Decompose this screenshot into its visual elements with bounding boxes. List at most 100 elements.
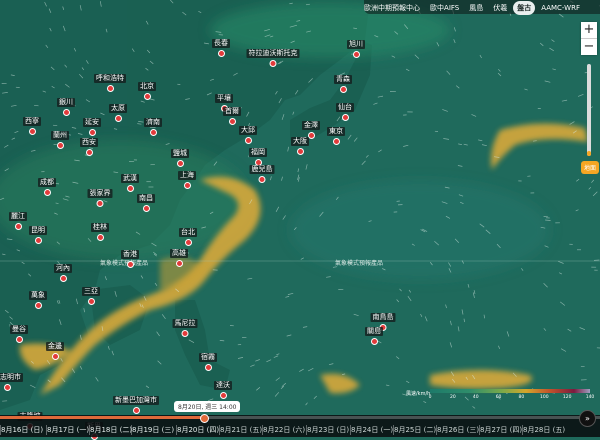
city-marker[interactable]: 北京	[138, 73, 156, 100]
zoom-out-button[interactable]: −	[581, 39, 597, 55]
city-marker[interactable]: 麗江	[9, 203, 27, 230]
city-label: 麗江	[9, 212, 27, 221]
city-marker[interactable]: 蘭州	[51, 122, 69, 149]
city-dot-icon	[150, 129, 157, 136]
city-dot-icon	[184, 182, 191, 189]
city-marker[interactable]: 三亞	[82, 278, 100, 305]
timeline-day[interactable]: 8月25日 (二)	[393, 425, 436, 435]
timeline-progress[interactable]	[0, 416, 600, 419]
city-dot-icon	[371, 338, 378, 345]
city-dot-icon	[127, 185, 134, 192]
model-tab-4[interactable]: 盤古	[513, 1, 535, 15]
city-label: 蘭州	[51, 131, 69, 140]
city-label: 武漢	[121, 174, 139, 183]
city-dot-icon	[57, 142, 64, 149]
city-marker[interactable]: 南昌	[137, 185, 155, 212]
city-dot-icon	[333, 138, 340, 145]
city-marker[interactable]: 鹿兒島	[250, 156, 275, 183]
model-tab-2[interactable]: 風島	[465, 1, 487, 15]
city-dot-icon	[44, 189, 51, 196]
timeline-day[interactable]: 8月16日 (日)	[0, 425, 43, 435]
city-marker[interactable]: 成都	[38, 169, 56, 196]
timeline-day[interactable]: 8月21日 (五)	[219, 425, 262, 435]
timeline-progress-fill	[0, 416, 201, 419]
city-marker[interactable]: 呼和浩特	[94, 65, 126, 92]
city-marker[interactable]: 馬尼拉	[173, 310, 198, 337]
timeline-day[interactable]: 8月27日 (四)	[479, 425, 522, 435]
city-label: 濟南	[144, 118, 162, 127]
city-dot-icon	[97, 234, 104, 241]
city-marker[interactable]: 桂林	[91, 214, 109, 241]
city-dot-icon	[259, 176, 266, 183]
model-toolbar: 歐洲中期預報中心歐中AIFS風島伏羲盤古AAMC-WRF	[360, 1, 584, 15]
city-marker[interactable]: 金邊	[46, 333, 64, 360]
city-label: 河內	[54, 264, 72, 273]
city-marker[interactable]: 符拉迪沃斯托克	[247, 40, 300, 67]
timeline-day[interactable]: 8月20日 (四)	[176, 425, 219, 435]
city-dot-icon	[97, 200, 104, 207]
city-label: 北京	[138, 82, 156, 91]
city-marker[interactable]: 上海	[178, 162, 196, 189]
city-marker[interactable]: 西寧	[23, 108, 41, 135]
model-tab-5[interactable]: AAMC-WRF	[537, 2, 584, 14]
city-label: 三亞	[82, 287, 100, 296]
timeline-day[interactable]: 8月18日 (二)	[89, 425, 132, 435]
wind-map[interactable]	[0, 0, 600, 437]
timeline-day[interactable]: 8月26日 (三)	[436, 425, 479, 435]
timeline-day[interactable]: 8月23日 (日)	[306, 425, 349, 435]
city-marker[interactable]: 昆明	[29, 217, 47, 244]
city-label: 成都	[38, 178, 56, 187]
city-label: 桂林	[91, 223, 109, 232]
timeline-day[interactable]: 8月17日 (一)	[46, 425, 89, 435]
city-marker[interactable]: 關島	[365, 318, 383, 345]
city-label: 首爾	[223, 107, 241, 116]
play-button[interactable]: »	[579, 410, 596, 427]
city-marker[interactable]: 新墨巴加灣市	[113, 387, 159, 414]
city-marker[interactable]: 濟南	[144, 109, 162, 136]
legend-tick: 40	[473, 395, 479, 400]
city-marker[interactable]: 曼谷	[10, 316, 28, 343]
city-label: 西寧	[23, 117, 41, 126]
city-marker[interactable]: 西安	[80, 129, 98, 156]
city-label: 符拉迪沃斯托克	[247, 49, 300, 58]
timeline-day[interactable]: 8月22日 (六)	[262, 425, 305, 435]
city-dot-icon	[15, 223, 22, 230]
city-marker[interactable]: 河內	[54, 255, 72, 282]
city-marker[interactable]: 東京	[327, 118, 345, 145]
zoom-in-button[interactable]: +	[581, 22, 597, 38]
city-dot-icon	[16, 336, 23, 343]
city-marker[interactable]: 銀川	[57, 89, 75, 116]
wind-speed-legend: 風速/km/h 020406080100120140	[404, 387, 599, 405]
timeline-day[interactable]: 8月28日 (五)	[522, 425, 565, 435]
city-dot-icon	[133, 407, 140, 414]
model-tab-3[interactable]: 伏羲	[489, 1, 511, 15]
city-marker[interactable]: 大阪	[291, 128, 309, 155]
city-marker[interactable]: 高雄	[170, 240, 188, 267]
city-marker[interactable]: 香港	[121, 241, 139, 268]
timeline-handle[interactable]	[200, 414, 209, 423]
city-dot-icon	[35, 302, 42, 309]
model-tab-0[interactable]: 歐洲中期預報中心	[360, 1, 424, 15]
city-marker[interactable]: 達沃	[214, 372, 232, 399]
city-marker[interactable]: 長春	[212, 30, 230, 57]
city-label: 仙台	[336, 103, 354, 112]
city-marker[interactable]: 仙台	[336, 94, 354, 121]
timeline-day[interactable]: 8月24日 (一)	[350, 425, 393, 435]
city-label: 新墨巴加灣市	[113, 396, 159, 405]
city-marker[interactable]: 張家界	[88, 180, 113, 207]
city-marker[interactable]: 宿霧	[199, 344, 217, 371]
timeline-day[interactable]: 8月19日 (三)	[131, 425, 174, 435]
city-marker[interactable]: 青森	[334, 66, 352, 93]
city-marker[interactable]: 太原	[109, 95, 127, 122]
legend-ticks: 020406080100120140	[430, 395, 590, 403]
model-tab-1[interactable]: 歐中AIFS	[426, 1, 463, 15]
altitude-slider[interactable]	[587, 64, 591, 156]
city-marker[interactable]: 胡志明市	[0, 364, 23, 391]
city-dot-icon	[4, 384, 11, 391]
city-marker[interactable]: 旭川	[347, 31, 365, 58]
city-marker[interactable]: 萬象	[29, 282, 47, 309]
city-dot-icon	[144, 93, 151, 100]
city-dot-icon	[115, 115, 122, 122]
altitude-level-badge[interactable]: 地面	[581, 161, 599, 174]
city-label: 馬尼拉	[173, 319, 198, 328]
